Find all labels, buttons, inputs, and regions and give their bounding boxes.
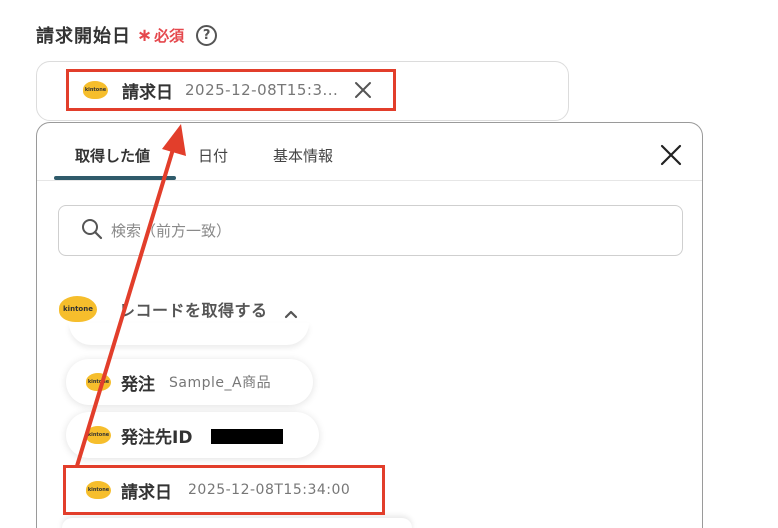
search-placeholder: 検索（前方一致）: [111, 222, 232, 240]
redacted-value: [211, 429, 283, 444]
list-item[interactable]: [62, 518, 412, 528]
list-item[interactable]: kintone 発注 Sample_A商品: [66, 359, 313, 405]
item-value: 2025-12-08T15:34:00: [188, 482, 351, 498]
list-item-highlighted[interactable]: kintone 請求日 2025-12-08T15:34:00: [63, 465, 385, 515]
kintone-logo-icon: kintone: [83, 81, 108, 99]
search-icon: [81, 218, 103, 244]
field-label: 請求開始日: [36, 26, 131, 47]
search-input[interactable]: 検索（前方一致）: [58, 205, 683, 256]
list-item[interactable]: [69, 323, 309, 345]
item-key: 発注先ID: [121, 427, 193, 448]
kintone-logo-icon: kintone: [86, 373, 111, 391]
kintone-logo-icon: kintone: [86, 481, 111, 499]
selected-value-chip[interactable]: kintone 請求日 2025-12-08T15:3...: [66, 69, 396, 111]
help-icon[interactable]: ?: [196, 24, 218, 46]
chip-key: 請求日: [122, 82, 173, 103]
remove-chip-icon[interactable]: [354, 81, 372, 99]
kintone-logo-icon: kintone: [59, 296, 97, 322]
chevron-up-icon: [284, 304, 298, 319]
item-value: Sample_A商品: [169, 375, 272, 391]
chip-value: 2025-12-08T15:3...: [185, 81, 339, 99]
required-text: 必須: [154, 26, 185, 45]
close-icon[interactable]: [659, 143, 683, 167]
field-label-row: 請求開始日 ∗ 必須 ?: [36, 22, 218, 48]
kintone-logo-icon: kintone: [86, 426, 111, 444]
tab-basic-info[interactable]: 基本情報: [273, 145, 333, 166]
section-title: レコードを取得する: [119, 301, 268, 320]
active-tab-indicator: [54, 176, 176, 180]
required-star: ∗: [137, 24, 153, 46]
tab-date[interactable]: 日付: [198, 145, 228, 166]
section-header-get-record[interactable]: kintone レコードを取得する: [59, 296, 298, 322]
item-key: 請求日: [121, 482, 172, 503]
tab-acquired-values[interactable]: 取得した値: [75, 145, 150, 166]
item-key: 発注: [121, 374, 155, 395]
tab-bar: 取得した値 日付 基本情報: [37, 123, 702, 181]
